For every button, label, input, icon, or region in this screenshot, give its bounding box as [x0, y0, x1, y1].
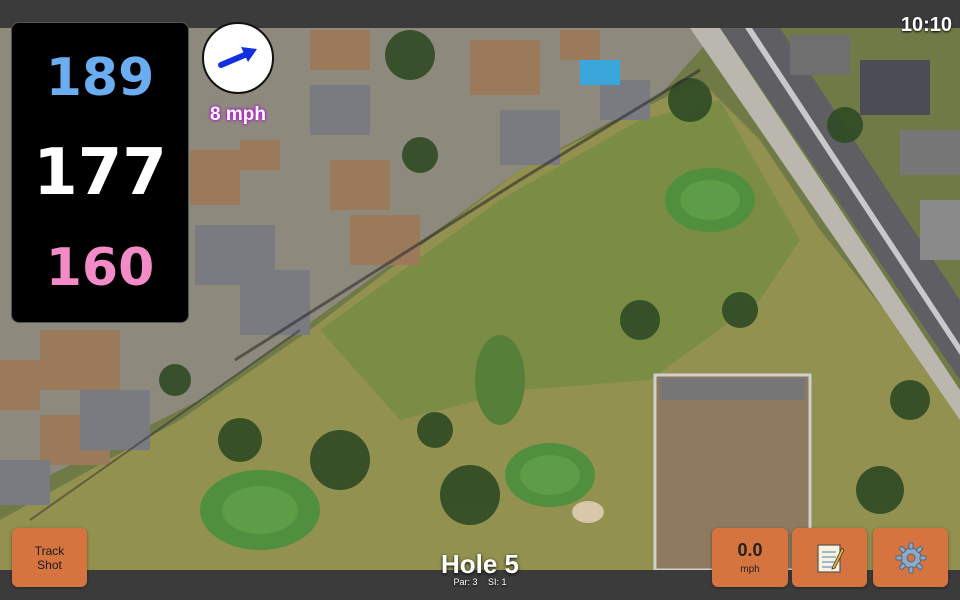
back-yardage: 189: [45, 47, 155, 108]
front-yardage: 160: [45, 237, 155, 298]
track-shot-label-line2: Shot: [37, 557, 62, 572]
speed-unit: mph: [740, 564, 760, 575]
gear-icon: [895, 542, 926, 573]
hole-info: Par: 3 SI: 1: [380, 577, 580, 587]
track-shot-button[interactable]: Track Shot: [12, 528, 87, 587]
wind-speed: 8 mph: [210, 104, 266, 125]
yardage-panel: 189 177 160: [11, 22, 189, 323]
wind-arrow-icon: [218, 47, 257, 68]
speed-value: 0.0: [737, 540, 763, 560]
settings-button[interactable]: [873, 528, 948, 587]
notepad-icon: [816, 543, 844, 573]
status-clock: 10:10: [900, 14, 952, 36]
wind-indicator: [202, 22, 274, 94]
track-shot-label-line1: Track: [34, 543, 65, 558]
notes-button[interactable]: [792, 528, 867, 587]
hole-title: Hole 5: [440, 549, 520, 579]
hole-stroke-index: SI: 1: [488, 577, 507, 587]
speed-button[interactable]: 0.0 mph: [712, 528, 788, 587]
middle-yardage: 177: [33, 135, 167, 210]
hole-par: Par: 3: [453, 577, 478, 587]
